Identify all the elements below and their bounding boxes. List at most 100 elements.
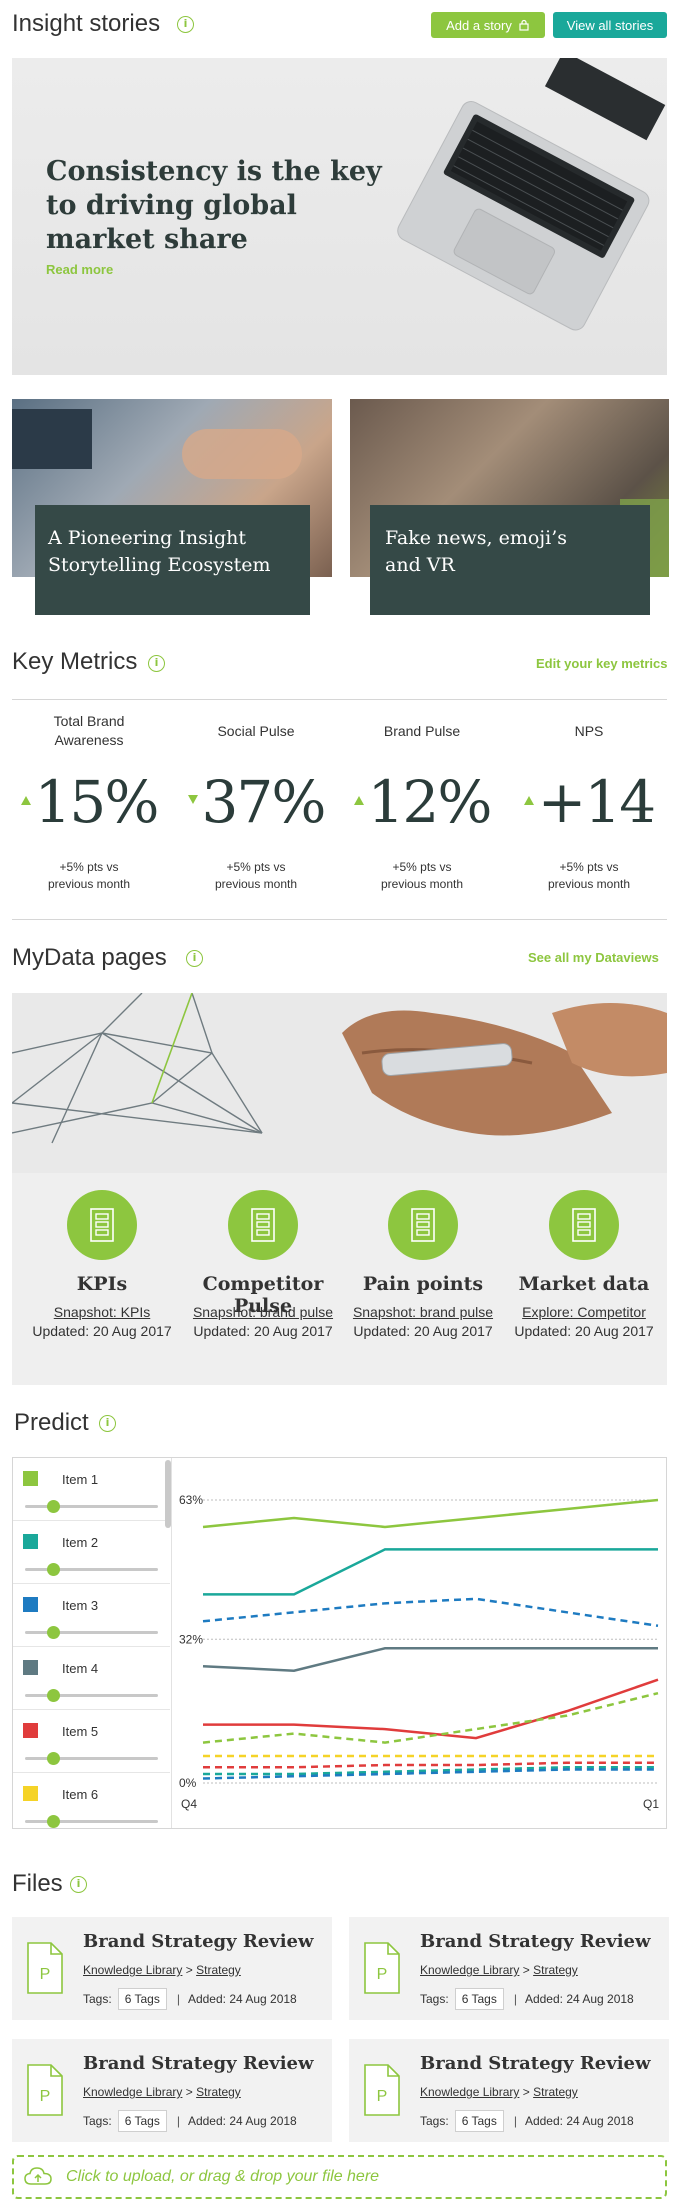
predict-item[interactable]: Item 5 [13,1710,170,1773]
info-icon[interactable]: i [186,950,203,967]
metric-label-line: Total Brand [53,713,125,729]
tags-count[interactable]: 6 Tags [117,2110,167,2132]
file-breadcrumb: Knowledge Library > Strategy [420,2085,578,2099]
tags-count[interactable]: 6 Tags [117,1988,167,2010]
tags-count[interactable]: 6 Tags [454,1988,504,2010]
breadcrumb-link[interactable]: Strategy [533,1963,578,1977]
breadcrumb-separator: > [522,2085,530,2099]
mydata-card-title: Market data [518,1273,650,1295]
info-icon[interactable]: i [177,16,194,33]
item-slider-track[interactable] [25,1757,158,1760]
meta-separator: | [176,1992,180,2006]
predict-item[interactable]: Item 6 [13,1773,170,1828]
dataview-icon [228,1190,298,1260]
file-added-date: Added: 24 Aug 2018 [524,2114,634,2128]
series-line [202,1768,658,1780]
file-breadcrumb: Knowledge Library > Strategy [83,1963,241,1977]
trend-down-icon [187,794,198,804]
file-card[interactable]: P Brand Strategy Review Knowledge Librar… [12,1917,332,2020]
mydata-snapshot-link[interactable]: Snapshot: brand pulse [333,1304,513,1320]
breadcrumb-link[interactable]: Knowledge Library [83,2085,182,2099]
file-title[interactable]: Brand Strategy Review [83,1931,314,1952]
story-card-title: Fake news, emoji’s and VR [385,525,567,579]
story-card-caption: A Pioneering Insight Storytelling Ecosys… [35,505,310,615]
tags-count[interactable]: 6 Tags [454,2110,504,2132]
mydata-updated: Updated: 20 Aug 2017 [193,1323,333,1339]
mydata-snapshot-link[interactable]: Snapshot: brand pulse [173,1304,353,1320]
trend-up-icon [353,795,364,805]
item-slider-track[interactable] [25,1694,158,1697]
breadcrumb-link[interactable]: Strategy [196,2085,241,2099]
item-color-swatch [23,1597,38,1612]
breadcrumb-link[interactable]: Knowledge Library [420,1963,519,1977]
mydata-card[interactable]: KPIs Snapshot: KPIs Updated: 20 Aug 2017 [22,1190,182,1350]
hero-story[interactable]: Consistency is the key to driving global… [12,58,667,375]
mydata-snapshot-link[interactable]: Snapshot: KPIs [12,1304,192,1320]
info-icon[interactable]: i [70,1876,87,1893]
y-tick-label: 63% [179,1493,203,1507]
metric-label: Brand Pulse [337,722,507,741]
database-icon [411,1208,435,1242]
read-more-link[interactable]: Read more [46,262,113,277]
metric-label-line: NPS [574,723,604,739]
info-icon[interactable]: i [148,655,165,672]
predict-chart: 63% 32% 0% Q4 Q1 [179,1493,659,1811]
item-slider-handle[interactable] [47,1689,60,1702]
y-tick-label: 0% [179,1776,197,1790]
predict-item[interactable]: Item 3 [13,1584,170,1647]
info-icon[interactable]: i [99,1415,116,1432]
story-card-title-line: Storytelling Ecosystem [48,554,271,576]
view-all-stories-button[interactable]: View all stories [553,12,667,38]
file-title[interactable]: Brand Strategy Review [420,1931,651,1952]
files-title: Files [12,1870,63,1897]
breadcrumb-separator: > [185,1963,193,1977]
upload-dropzone[interactable]: Click to upload, or drag & drop your fil… [12,2155,667,2199]
file-meta: Tags: 6 Tags | Added: 24 Aug 2018 [83,1988,297,2010]
metric-delta: +5% pts vs previous month [337,859,507,893]
breadcrumb-link[interactable]: Knowledge Library [83,1963,182,1977]
story-card[interactable]: Fake news, emoji’s and VR [350,399,669,616]
mydata-snapshot-link[interactable]: Explore: Competitor [494,1304,667,1320]
item-color-swatch [23,1660,38,1675]
mydata-card[interactable]: Competitor Pulse Snapshot: brand pulse U… [183,1190,343,1350]
file-card[interactable]: P Brand Strategy Review Knowledge Librar… [349,1917,669,2020]
item-slider-handle[interactable] [47,1626,60,1639]
item-slider-handle[interactable] [47,1815,60,1828]
dataview-icon [67,1190,137,1260]
item-slider-track[interactable] [25,1568,158,1571]
metric-card: Total Brand Awareness 15% +5% pts vs pre… [4,712,174,912]
breadcrumb-link[interactable]: Knowledge Library [420,2085,519,2099]
item-slider-track[interactable] [25,1631,158,1634]
file-card[interactable]: P Brand Strategy Review Knowledge Librar… [349,2039,669,2142]
add-story-button[interactable]: Add a story [431,12,545,38]
metric-label: NPS [504,722,674,741]
database-icon [572,1208,596,1242]
item-slider-track[interactable] [25,1505,158,1508]
predict-item[interactable]: Item 1 [13,1458,170,1521]
metric-delta: +5% pts vs previous month [504,859,674,893]
file-card[interactable]: P Brand Strategy Review Knowledge Librar… [12,2039,332,2142]
item-slider-track[interactable] [25,1820,158,1823]
metric-delta-line: +5% pts vs [392,860,452,874]
predict-item[interactable]: Item 2 [13,1521,170,1584]
file-added-date: Added: 24 Aug 2018 [524,1992,634,2006]
predict-item-label: Item 1 [62,1472,99,1487]
x-tick-label: Q1 [643,1797,659,1811]
story-card-title-line: and VR [385,554,455,576]
predict-item-list: Item 1 Item 2 Item 3 Item 4 Item 5 Item … [13,1458,170,1828]
item-slider-handle[interactable] [47,1752,60,1765]
file-title[interactable]: Brand Strategy Review [83,2053,314,2074]
item-slider-handle[interactable] [47,1563,60,1576]
mydata-card[interactable]: Market data Explore: Competitor Updated:… [504,1190,664,1350]
file-title[interactable]: Brand Strategy Review [420,2053,651,2074]
story-card[interactable]: A Pioneering Insight Storytelling Ecosys… [12,399,332,616]
predict-item[interactable]: Item 4 [13,1647,170,1710]
see-all-dataviews-link[interactable]: See all my Dataviews [528,950,659,965]
metric-card: NPS +14 +5% pts vs previous month [504,712,674,912]
breadcrumb-link[interactable]: Strategy [196,1963,241,1977]
edit-key-metrics-link[interactable]: Edit your key metrics [536,656,668,671]
series-line [202,1597,659,1628]
mydata-card[interactable]: Pain points Snapshot: brand pulse Update… [343,1190,503,1350]
item-slider-handle[interactable] [47,1500,60,1513]
breadcrumb-link[interactable]: Strategy [533,2085,578,2099]
